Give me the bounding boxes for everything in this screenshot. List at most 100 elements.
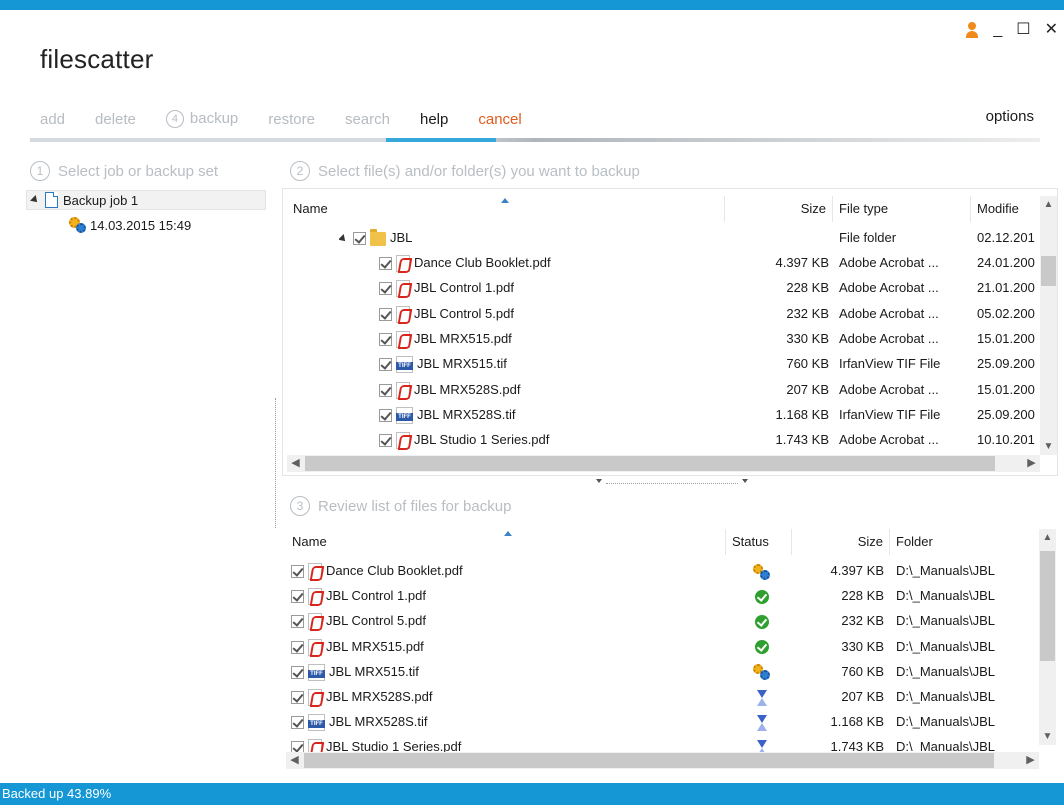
review-scroll-down-icon[interactable]: ▼ [1039, 728, 1056, 745]
col-size[interactable]: Size [725, 196, 833, 222]
expand-arrow-icon[interactable] [30, 195, 40, 205]
review-folder: D:\_Manuals\JBL [896, 588, 995, 604]
file-checkbox[interactable] [379, 307, 392, 321]
scroll-right-icon[interactable]: ▶ [1023, 455, 1040, 472]
menu-delete[interactable]: delete [95, 111, 136, 128]
review-row[interactable]: JBL Control 1.pdf 228 KB D:\_Manuals\JBL [282, 583, 1039, 608]
review-row[interactable]: JBL MRX528S.pdf 207 KB D:\_Manuals\JBL [282, 684, 1039, 709]
col-file-type[interactable]: File type [833, 196, 971, 222]
minimize-button[interactable]: _ [993, 20, 1002, 40]
folder-checkbox[interactable] [353, 232, 366, 246]
horizontal-splitter[interactable] [594, 479, 750, 487]
review-scroll-right-icon[interactable]: ▶ [1022, 752, 1039, 769]
menu-backup[interactable]: 4 backup [165, 110, 238, 129]
menu-cancel[interactable]: cancel [478, 111, 521, 128]
scroll-left-icon[interactable]: ◀ [287, 455, 304, 472]
menu-restore[interactable]: restore [268, 111, 315, 128]
file-row[interactable]: Dance Club Booklet.pdf 4.397 KB Adobe Acro… [283, 250, 1040, 275]
review-col-folder[interactable]: Folder [890, 529, 1039, 555]
tree-item-job[interactable]: Backup job 1 [26, 190, 266, 210]
hscroll-thumb[interactable] [305, 456, 995, 471]
file-checkbox[interactable] [379, 383, 392, 397]
scroll-down-icon[interactable]: ▼ [1040, 438, 1057, 455]
file-selection-panel: Name Size File type Modifie JBL File fol… [282, 188, 1058, 476]
file-size: 760 KB [786, 356, 829, 372]
review-panel: Name Status Size Folder Dance Club Bookl… [282, 522, 1058, 774]
file-modified: 25.09.200 [977, 356, 1035, 372]
review-size: 207 KB [841, 689, 884, 704]
file-name: JBL MRX528S.tif [417, 406, 516, 422]
file-size: 4.397 KB [775, 255, 830, 270]
file-row[interactable]: JBL MRX528S.pdf 207 KB Adobe Acrobat ... 15… [283, 377, 1040, 402]
scroll-up-icon[interactable]: ▲ [1040, 196, 1057, 213]
pdf-file-icon [396, 280, 410, 298]
backup-set-gear-icon [69, 217, 87, 233]
pdf-file-icon [308, 638, 322, 656]
review-hscroll[interactable]: ◀ ▶ [286, 752, 1039, 769]
file-row[interactable]: JBL MRX515.tif 760 KB IrfanView TIF File 25… [283, 351, 1040, 376]
file-row[interactable]: JBL Control 5.pdf 232 KB Adobe Acrobat ...… [283, 301, 1040, 326]
review-row[interactable]: JBL MRX515.tif 760 KB D:\_Manuals\JBL [282, 659, 1039, 684]
review-row[interactable]: JBL MRX515.pdf 330 KB D:\_Manuals\JBL [282, 634, 1039, 659]
file-row[interactable]: JBL MRX515.pdf 330 KB Adobe Acrobat ... 15.… [283, 326, 1040, 351]
review-scroll-left-icon[interactable]: ◀ [286, 752, 303, 769]
review-scroll-up-icon[interactable]: ▲ [1039, 529, 1056, 546]
status-bar: Backed up 43.89% [0, 783, 1064, 805]
review-file-name: JBL MRX515.tif [329, 663, 419, 679]
review-row[interactable]: Dance Club Booklet.pdf 4.397 KB D:\_Manual… [282, 558, 1039, 583]
review-size: 228 KB [841, 588, 884, 604]
document-icon [45, 192, 58, 208]
file-selection-vscroll[interactable]: ▲ ▼ [1040, 196, 1057, 455]
menu-options[interactable]: options [986, 108, 1034, 125]
col-modified[interactable]: Modifie [971, 196, 1040, 222]
review-size: 1.168 KB [830, 714, 885, 730]
review-file-name: Dance Club Booklet.pdf [326, 563, 463, 578]
file-modified: 15.01.200 [977, 330, 1035, 346]
menu-search[interactable]: search [345, 111, 390, 128]
file-row[interactable]: JBL Studio 1 Series.pdf 1.743 KB Adobe Acr… [283, 427, 1040, 452]
maximize-button[interactable]: ☐ [1016, 20, 1030, 40]
review-checkbox[interactable] [291, 665, 304, 679]
review-size: 232 KB [841, 613, 884, 629]
close-button[interactable]: ✕ [1045, 20, 1058, 40]
file-selection-hscroll[interactable]: ◀ ▶ [287, 455, 1040, 472]
tree-item-backup-set[interactable]: 14.03.2015 15:49 [26, 215, 191, 235]
pdf-file-icon [396, 330, 410, 348]
review-checkbox[interactable] [291, 691, 304, 705]
review-header: Name Status Size Folder [282, 529, 1039, 555]
file-checkbox[interactable] [379, 282, 392, 296]
menu-help[interactable]: help [420, 111, 448, 128]
file-row[interactable]: JBL Control 1.pdf 228 KB Adobe Acrobat ...… [283, 275, 1040, 300]
review-col-size[interactable]: Size [792, 529, 890, 555]
col-name[interactable]: Name [287, 196, 725, 222]
review-checkbox[interactable] [291, 565, 304, 579]
menu-add[interactable]: add [40, 111, 65, 128]
pdf-file-icon [308, 689, 322, 707]
collapse-arrow-icon[interactable] [339, 234, 348, 244]
file-checkbox[interactable] [379, 358, 392, 372]
review-checkbox[interactable] [291, 640, 304, 654]
review-checkbox[interactable] [291, 590, 304, 604]
file-checkbox[interactable] [379, 434, 392, 448]
scroll-thumb[interactable] [1041, 256, 1056, 286]
review-row[interactable]: JBL MRX528S.tif 1.168 KB D:\_Manuals\JBL [282, 709, 1039, 734]
review-vscroll[interactable]: ▲ ▼ [1039, 529, 1056, 745]
file-checkbox[interactable] [379, 257, 392, 271]
review-col-status[interactable]: Status [726, 529, 792, 555]
folder-row[interactable]: JBL File folder 02.12.201 [283, 225, 1040, 250]
file-name: JBL MRX515.pdf [414, 330, 512, 346]
file-row[interactable]: JBL MRX528S.tif 1.168 KB IrfanView TIF Fil… [283, 402, 1040, 427]
review-checkbox[interactable] [291, 615, 304, 629]
file-checkbox[interactable] [379, 332, 392, 346]
review-row[interactable]: JBL Control 5.pdf 232 KB D:\_Manuals\JBL [282, 608, 1039, 633]
review-size: 330 KB [841, 638, 884, 654]
review-scroll-thumb[interactable] [1040, 551, 1055, 661]
file-type: Adobe Acrobat ... [839, 330, 939, 346]
review-hscroll-thumb[interactable] [304, 753, 994, 768]
review-col-name[interactable]: Name [286, 529, 726, 555]
review-size: 4.397 KB [830, 563, 885, 578]
vertical-splitter[interactable] [274, 382, 278, 542]
user-icon[interactable] [965, 21, 979, 39]
file-checkbox[interactable] [379, 408, 392, 422]
review-checkbox[interactable] [291, 716, 304, 730]
